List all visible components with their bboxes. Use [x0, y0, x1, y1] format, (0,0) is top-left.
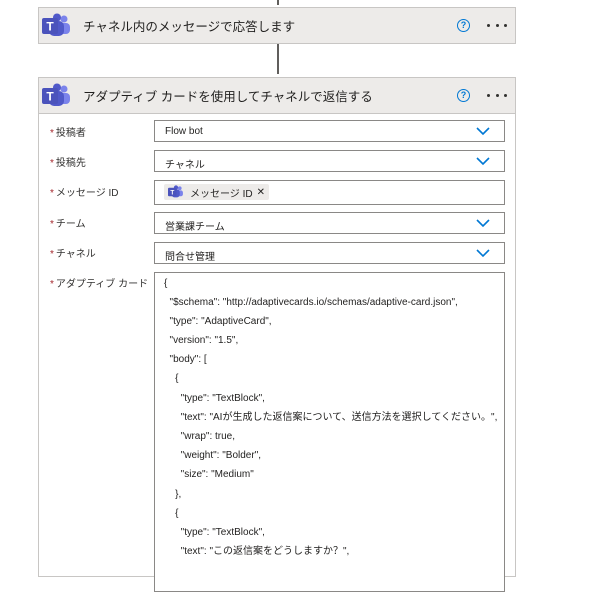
card-title: アダプティブ カードを使用してチャネルで返信する — [83, 90, 373, 104]
flow-connector — [277, 44, 279, 74]
message-id-label: * メッセージ ID — [50, 184, 119, 199]
channel-label-text: チャネル — [55, 249, 96, 260]
message-id-token-label: メッセージ ID — [190, 188, 253, 200]
poster-label: * 投稿者 — [50, 124, 86, 139]
help-circle-icon[interactable]: ? — [457, 89, 470, 102]
required-mark: * — [50, 128, 54, 139]
json-line: "$schema": "http://adaptivecards.io/sche… — [164, 297, 458, 308]
more-options-icon[interactable] — [487, 19, 507, 33]
json-line: { — [164, 508, 179, 519]
json-line: "body": [ — [164, 354, 207, 365]
microsoft-teams-icon: T — [42, 13, 70, 36]
svg-text:T: T — [46, 20, 54, 34]
card-header[interactable]: T チャネル内のメッセージで応答します ? — [39, 8, 515, 43]
message-id-field[interactable]: T メッセージ ID ✕ — [154, 180, 505, 205]
svg-text:T: T — [170, 189, 174, 196]
json-line: "type": "AdaptiveCard", — [164, 316, 272, 327]
chevron-down-icon[interactable] — [476, 218, 490, 228]
required-mark: * — [50, 158, 54, 169]
json-line: "version": "1.5", — [164, 335, 239, 346]
json-line: "type": "TextBlock", — [164, 393, 265, 404]
json-line: "size": "Medium" — [164, 469, 254, 480]
chevron-down-icon[interactable] — [476, 156, 490, 166]
help-circle-icon[interactable]: ? — [457, 19, 470, 32]
close-icon[interactable]: ✕ — [257, 187, 265, 198]
required-mark: * — [50, 249, 54, 260]
message-id-token[interactable]: T メッセージ ID ✕ — [164, 184, 269, 200]
json-line: { — [164, 373, 179, 384]
json-line: { — [164, 278, 168, 289]
card-title: チャネル内のメッセージで応答します — [83, 20, 296, 34]
channel-value: 問合せ管理 — [165, 252, 215, 263]
json-line: "text": "AIが生成した返信案について、送信方法を選択してください。", — [164, 412, 498, 423]
json-line: "wrap": true, — [164, 431, 236, 442]
adaptive-card-label: * アダプティブ カード — [50, 275, 148, 290]
post-in-label-text: 投稿先 — [55, 158, 86, 169]
post-in-value: チャネル — [165, 160, 205, 171]
adaptive-card-json-editor[interactable]: { "$schema": "http://adaptivecards.io/sc… — [154, 272, 505, 592]
team-label-text: チーム — [55, 219, 86, 230]
chevron-down-icon[interactable] — [476, 248, 490, 258]
message-id-label-text: メッセージ ID — [55, 188, 119, 199]
adaptive-card-label-text: アダプティブ カード — [55, 279, 149, 290]
channel-dropdown[interactable]: 問合せ管理 — [154, 242, 505, 264]
chevron-down-icon[interactable] — [476, 126, 490, 136]
card-header[interactable]: T アダプティブ カードを使用してチャネルで返信する ? — [39, 78, 515, 114]
more-options-icon[interactable] — [487, 89, 507, 103]
team-value: 営業課チーム — [165, 222, 225, 233]
poster-value: Flow bot — [165, 126, 203, 137]
action-card-reply-adaptive-card[interactable]: T アダプティブ カードを使用してチャネルで返信する ? * 投稿者 Flow b… — [38, 77, 516, 592]
microsoft-teams-icon: T — [168, 185, 183, 198]
required-mark: * — [50, 279, 54, 290]
team-label: * チーム — [50, 215, 86, 230]
json-line: "weight": "Bolder", — [164, 450, 262, 461]
required-mark: * — [50, 188, 54, 199]
svg-text:T: T — [46, 90, 54, 104]
json-line: "text": "この返信案をどうしますか？", — [164, 546, 350, 557]
json-line: }, — [164, 489, 182, 500]
post-in-dropdown[interactable]: チャネル — [154, 150, 505, 172]
channel-label: * チャネル — [50, 245, 96, 260]
required-mark: * — [50, 219, 54, 230]
action-card-reply-message[interactable]: T チャネル内のメッセージで応答します ? — [38, 7, 516, 44]
post-in-label: * 投稿先 — [50, 154, 86, 169]
poster-label-text: 投稿者 — [55, 128, 86, 139]
poster-dropdown[interactable]: Flow bot — [154, 120, 505, 142]
team-dropdown[interactable]: 営業課チーム — [154, 212, 505, 234]
flow-connector-top — [277, 0, 279, 5]
json-line: "type": "TextBlock", — [164, 527, 265, 538]
microsoft-teams-icon: T — [42, 83, 70, 106]
